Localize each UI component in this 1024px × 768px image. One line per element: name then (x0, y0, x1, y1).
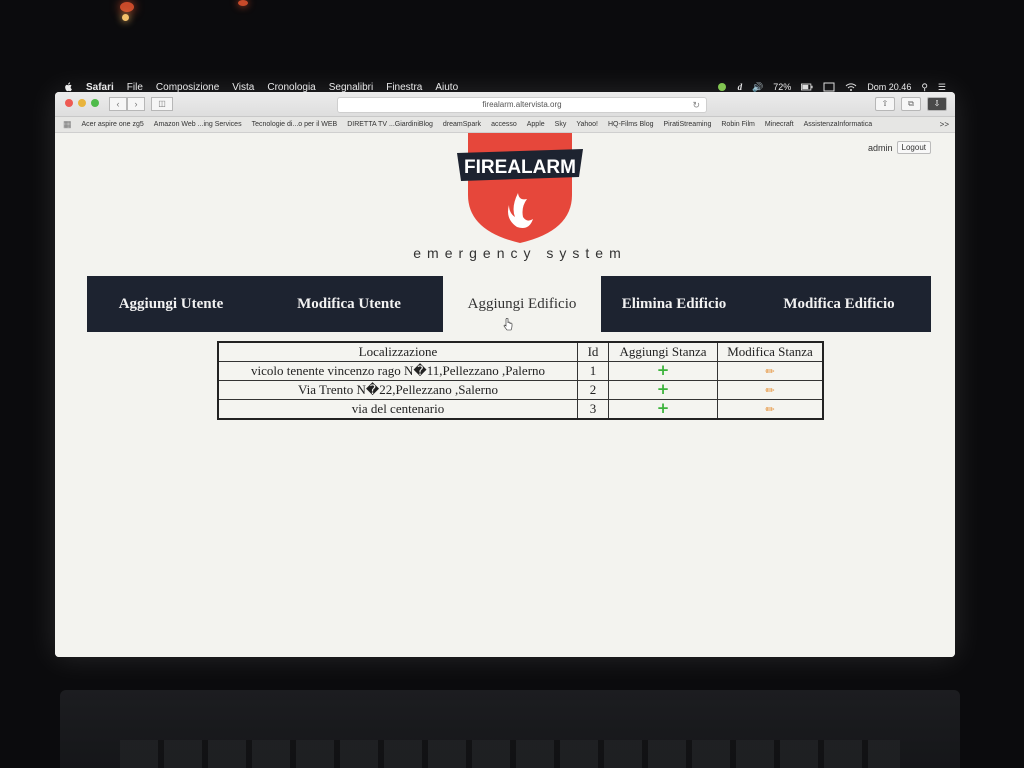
logout-button[interactable]: Logout (896, 141, 931, 154)
sidebar-toggle-icon[interactable]: ◫ (151, 97, 173, 111)
menu-aiuto[interactable]: Aiuto (435, 82, 458, 93)
plus-icon[interactable]: + (657, 399, 670, 417)
pencil-icon[interactable]: ✏ (765, 365, 774, 378)
menu-composizione[interactable]: Composizione (156, 82, 219, 93)
cell-id: 3 (577, 399, 609, 420)
bookmark-item[interactable]: Minecraft (765, 121, 794, 128)
url-text: firealarm.altervista.org (482, 100, 562, 109)
background-light (238, 0, 248, 6)
share-icon[interactable]: ⇧ (875, 97, 895, 111)
volume-icon[interactable]: 🔊 (752, 82, 763, 93)
cell-location: Via Trento N�22,Pellezzano ,Salerno (217, 380, 578, 400)
nav-aggiungi-edificio[interactable]: Aggiungi Edificio (443, 276, 601, 332)
menu-safari[interactable]: Safari (86, 82, 114, 93)
notification-center-icon[interactable]: ☰ (938, 82, 946, 93)
header-id: Id (577, 341, 609, 362)
display-icon[interactable] (823, 82, 835, 92)
bookmarks-overflow-button[interactable]: >> (940, 120, 949, 129)
tabs-overview-icon[interactable]: ⧉ (901, 97, 921, 111)
battery-percent[interactable]: 72% (773, 82, 791, 92)
table-row: vicolo tenente vincenzo rago N�11,Pellez… (217, 361, 824, 381)
plus-icon[interactable]: + (657, 380, 670, 398)
cell-location: vicolo tenente vincenzo rago N�11,Pellez… (217, 361, 578, 381)
menu-finestra[interactable]: Finestra (386, 82, 422, 93)
cell-id: 2 (577, 380, 609, 400)
menu-vista[interactable]: Vista (232, 82, 254, 93)
bookmark-item[interactable]: accesso (491, 121, 517, 128)
spotlight-icon[interactable]: ⚲ (921, 82, 928, 93)
zoom-window-button[interactable] (91, 99, 99, 107)
cell-id: 1 (577, 361, 609, 381)
bookmark-item[interactable]: dreamSpark (443, 121, 481, 128)
bookmark-item[interactable]: Apple (527, 121, 545, 128)
firealarm-logo: FIREALARM (457, 133, 583, 243)
reload-icon[interactable]: ↻ (692, 98, 700, 112)
header-localizzazione: Localizzazione (217, 341, 578, 362)
bookmarks-bar: ▦ Acer aspire one zg5 Amazon Web ...ing … (55, 117, 955, 133)
browser-window: ‹ › ◫ firealarm.altervista.org ↻ ⇧ ⧉ ⇩ ▦… (55, 92, 955, 657)
table-row: Via Trento N�22,Pellezzano ,Salerno 2 + … (217, 380, 824, 400)
safari-toolbar: ‹ › ◫ firealarm.altervista.org ↻ ⇧ ⧉ ⇩ (55, 92, 955, 117)
bookmark-item[interactable]: HQ-Films Blog (608, 121, 654, 128)
menu-segnalibri[interactable]: Segnalibri (329, 82, 373, 93)
bookmark-item[interactable]: PiratiStreaming (664, 121, 712, 128)
clock[interactable]: Dom 20.46 (867, 82, 911, 92)
main-nav: Aggiungi Utente Modifica Utente Aggiungi… (87, 276, 931, 332)
table-header-row: Localizzazione Id Aggiungi Stanza Modifi… (217, 341, 824, 362)
dashlane-icon[interactable]: d (738, 82, 743, 92)
header-aggiungi-stanza: Aggiungi Stanza (608, 341, 718, 362)
nav-modifica-edificio[interactable]: Modifica Edificio (747, 276, 931, 332)
buildings-table: Localizzazione Id Aggiungi Stanza Modifi… (217, 341, 824, 420)
minimize-window-button[interactable] (78, 99, 86, 107)
user-box: admin Logout (868, 141, 931, 154)
tagline: emergency system (413, 245, 627, 261)
menu-cronologia[interactable]: Cronologia (267, 82, 315, 93)
keyboard (120, 740, 900, 768)
pencil-icon[interactable]: ✏ (765, 403, 774, 416)
close-window-button[interactable] (65, 99, 73, 107)
background-light (120, 2, 134, 12)
forward-button[interactable]: › (127, 97, 145, 111)
battery-icon[interactable] (801, 82, 813, 92)
header-modifica-stanza: Modifica Stanza (717, 341, 824, 362)
nav-aggiungi-utente[interactable]: Aggiungi Utente (87, 276, 255, 332)
address-bar[interactable]: firealarm.altervista.org ↻ (337, 97, 707, 113)
wifi-icon[interactable] (845, 82, 857, 92)
bookmark-item[interactable]: Acer aspire one zg5 (82, 121, 144, 128)
background-light (122, 14, 129, 21)
menu-file[interactable]: File (127, 82, 143, 93)
table-row: via del centenario 3 + ✏ (217, 399, 824, 420)
logo-text: FIREALARM (464, 157, 576, 178)
bookmark-item[interactable]: Sky (555, 121, 567, 128)
bookmark-item[interactable]: Yahoo! (576, 121, 598, 128)
nav-modifica-utente[interactable]: Modifica Utente (255, 276, 443, 332)
cell-location: via del centenario (217, 399, 578, 420)
back-button[interactable]: ‹ (109, 97, 127, 111)
bookmark-item[interactable]: Amazon Web ...ing Services (154, 121, 242, 128)
app-status-icon[interactable] (716, 82, 728, 92)
username: admin (868, 142, 893, 153)
bookmark-item[interactable]: Tecnologie di...o per il WEB (252, 121, 338, 128)
plus-icon[interactable]: + (657, 361, 670, 379)
downloads-icon[interactable]: ⇩ (927, 97, 947, 111)
hand-cursor-icon (503, 318, 513, 331)
bookmark-item[interactable]: AssistenzaInformatica (804, 121, 872, 128)
top-sites-grid-icon[interactable]: ▦ (63, 119, 72, 130)
page-content: admin Logout FIREALARM emergency system … (55, 133, 955, 657)
nav-elimina-edificio[interactable]: Elimina Edificio (601, 276, 747, 332)
bookmark-item[interactable]: Robin Film (721, 121, 754, 128)
apple-menu-icon[interactable] (64, 82, 73, 92)
bookmark-item[interactable]: DIRETTA TV ...GiardiniBlog (347, 121, 433, 128)
pencil-icon[interactable]: ✏ (765, 384, 774, 397)
